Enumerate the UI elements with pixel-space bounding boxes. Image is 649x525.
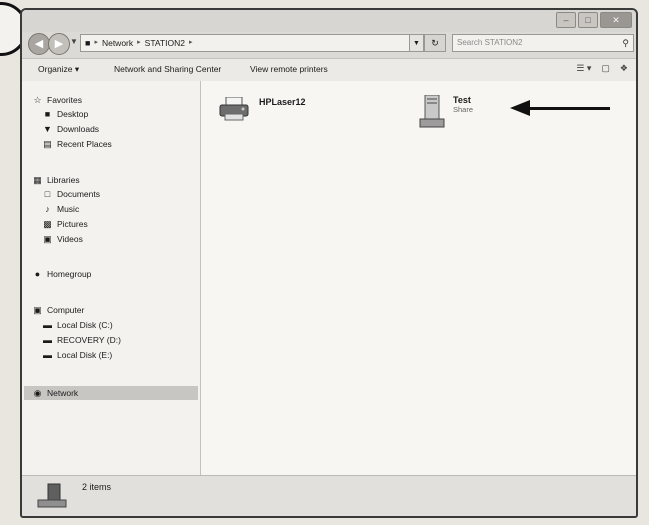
drive-icon: ▬ xyxy=(43,334,52,345)
nav-network[interactable]: ◉ Network xyxy=(32,387,79,398)
pictures-icon: ▩ xyxy=(43,218,52,229)
annotation-arrow-head xyxy=(510,100,530,116)
annotation-arrow xyxy=(528,107,610,110)
documents-icon: □ xyxy=(44,188,51,199)
nav-documents[interactable]: □ Documents xyxy=(42,189,100,199)
nav-desktop[interactable]: ■ Desktop xyxy=(42,109,88,119)
recent-pages-dropdown-icon[interactable]: ▼ xyxy=(70,37,78,46)
nav-videos-label: Videos xyxy=(57,234,83,244)
back-button[interactable]: ◀ xyxy=(28,33,50,55)
shared-folder-icon xyxy=(419,95,445,128)
downloads-icon: ▼ xyxy=(43,123,52,134)
nav-computer[interactable]: ▣ Computer xyxy=(32,305,84,315)
close-button[interactable]: ✕ xyxy=(600,12,632,28)
nav-homegroup-label: Homegroup xyxy=(47,269,92,279)
maximize-button[interactable]: □ xyxy=(578,12,598,28)
nav-downloads[interactable]: ▼ Downloads xyxy=(42,124,99,134)
help-icon[interactable]: ❖ xyxy=(620,63,628,74)
star-icon: ☆ xyxy=(33,94,42,105)
search-icon[interactable]: ⚲ xyxy=(622,35,629,51)
nav-homegroup[interactable]: ● Homegroup xyxy=(32,268,92,279)
explorer-window: – □ ✕ ◀ ▶ ▼ ■ ▸ Network ▸ STATION2 ▸ ▼ ↻… xyxy=(20,8,638,518)
printer-icon xyxy=(219,97,249,121)
file-item-printer[interactable]: HPLaser12 xyxy=(219,97,306,123)
nav-documents-label: Documents xyxy=(57,189,100,199)
nav-libraries[interactable]: ▦ Libraries xyxy=(32,174,80,185)
title-bar: – □ ✕ xyxy=(22,10,636,32)
preview-pane-icon[interactable]: ▢ xyxy=(601,63,610,74)
refresh-button[interactable]: ↻ xyxy=(424,34,446,52)
nav-pictures[interactable]: ▩ Pictures xyxy=(42,218,88,229)
recent-places-icon: ▤ xyxy=(43,138,52,149)
nav-network-label: Network xyxy=(47,388,79,398)
file-name: HPLaser12 xyxy=(259,97,306,107)
nav-recovery-d-label: RECOVERY (D:) xyxy=(57,335,121,345)
homegroup-icon: ● xyxy=(34,268,41,279)
nav-desktop-label: Desktop xyxy=(57,109,89,119)
nav-local-disk-c[interactable]: ▬ Local Disk (C:) xyxy=(42,320,113,330)
library-icon: ▦ xyxy=(33,174,42,185)
nav-libraries-label: Libraries xyxy=(47,175,80,185)
nav-favorites[interactable]: ☆ Favorites xyxy=(32,95,82,105)
network-location-icon: ■ xyxy=(85,38,91,48)
breadcrumb-network[interactable]: Network xyxy=(102,35,133,51)
breadcrumb-separator-icon[interactable]: ▸ xyxy=(137,35,141,51)
nav-downloads-label: Downloads xyxy=(57,124,100,134)
file-item-test-share[interactable]: Test Share xyxy=(419,95,473,129)
file-name: Test xyxy=(453,95,471,105)
search-placeholder: Search STATION2 xyxy=(457,38,523,47)
server-icon xyxy=(37,483,67,508)
address-bar[interactable]: ■ ▸ Network ▸ STATION2 ▸ xyxy=(80,34,410,52)
view-remote-printers-button[interactable]: View remote printers xyxy=(250,64,328,74)
breadcrumb-station[interactable]: STATION2 xyxy=(145,35,185,51)
drive-icon: ▬ xyxy=(43,319,52,330)
nav-music[interactable]: ♪ Music xyxy=(42,204,79,214)
command-bar: Organize ▾ Network and Sharing Center Vi… xyxy=(22,58,636,82)
music-icon: ♪ xyxy=(45,203,50,214)
view-options-icon[interactable]: ☰ ▾ xyxy=(576,63,591,74)
computer-icon: ▣ xyxy=(33,304,42,315)
drive-icon: ▬ xyxy=(43,349,52,360)
nav-music-label: Music xyxy=(57,204,80,214)
videos-icon: ▣ xyxy=(43,233,52,244)
nav-recent-places[interactable]: ▤ Recent Places xyxy=(42,139,112,149)
forward-button[interactable]: ▶ xyxy=(48,33,70,55)
item-count: 2 items xyxy=(82,482,112,492)
view-controls: ☰ ▾ ▢ ❖ xyxy=(576,63,628,74)
nav-videos[interactable]: ▣ Videos xyxy=(42,234,83,244)
nav-recent-places-label: Recent Places xyxy=(57,139,112,149)
breadcrumb-separator-icon[interactable]: ▸ xyxy=(189,35,193,51)
nav-local-disk-e[interactable]: ▬ Local Disk (E:) xyxy=(42,350,112,360)
nav-local-disk-c-label: Local Disk (C:) xyxy=(57,320,113,330)
navigation-pane: ☆ Favorites ■ Desktop ▼ Downloads ▤ Rece… xyxy=(22,81,201,479)
nav-computer-label: Computer xyxy=(47,305,85,315)
file-list-pane: HPLaser12 Test Share xyxy=(201,81,636,479)
nav-local-disk-e-label: Local Disk (E:) xyxy=(57,350,113,360)
address-row: ◀ ▶ ▼ ■ ▸ Network ▸ STATION2 ▸ ▼ ↻ Searc… xyxy=(22,30,636,58)
address-dropdown-icon[interactable]: ▼ xyxy=(410,34,424,52)
desktop-icon: ■ xyxy=(44,108,51,119)
status-bar: 2 items xyxy=(22,475,636,516)
file-subtitle: Share xyxy=(453,105,474,114)
window-controls: – □ ✕ xyxy=(556,12,632,28)
nav-pictures-label: Pictures xyxy=(57,219,88,229)
nav-favorites-label: Favorites xyxy=(47,95,82,105)
minimize-button[interactable]: – xyxy=(556,12,576,28)
search-input[interactable]: Search STATION2 ⚲ xyxy=(452,34,634,52)
breadcrumb-separator-icon[interactable]: ▸ xyxy=(94,35,98,51)
nav-recovery-d[interactable]: ▬ RECOVERY (D:) xyxy=(42,335,121,345)
organize-button[interactable]: Organize ▾ xyxy=(38,64,79,75)
network-sharing-center-button[interactable]: Network and Sharing Center xyxy=(114,64,221,74)
network-icon: ◉ xyxy=(33,387,42,398)
